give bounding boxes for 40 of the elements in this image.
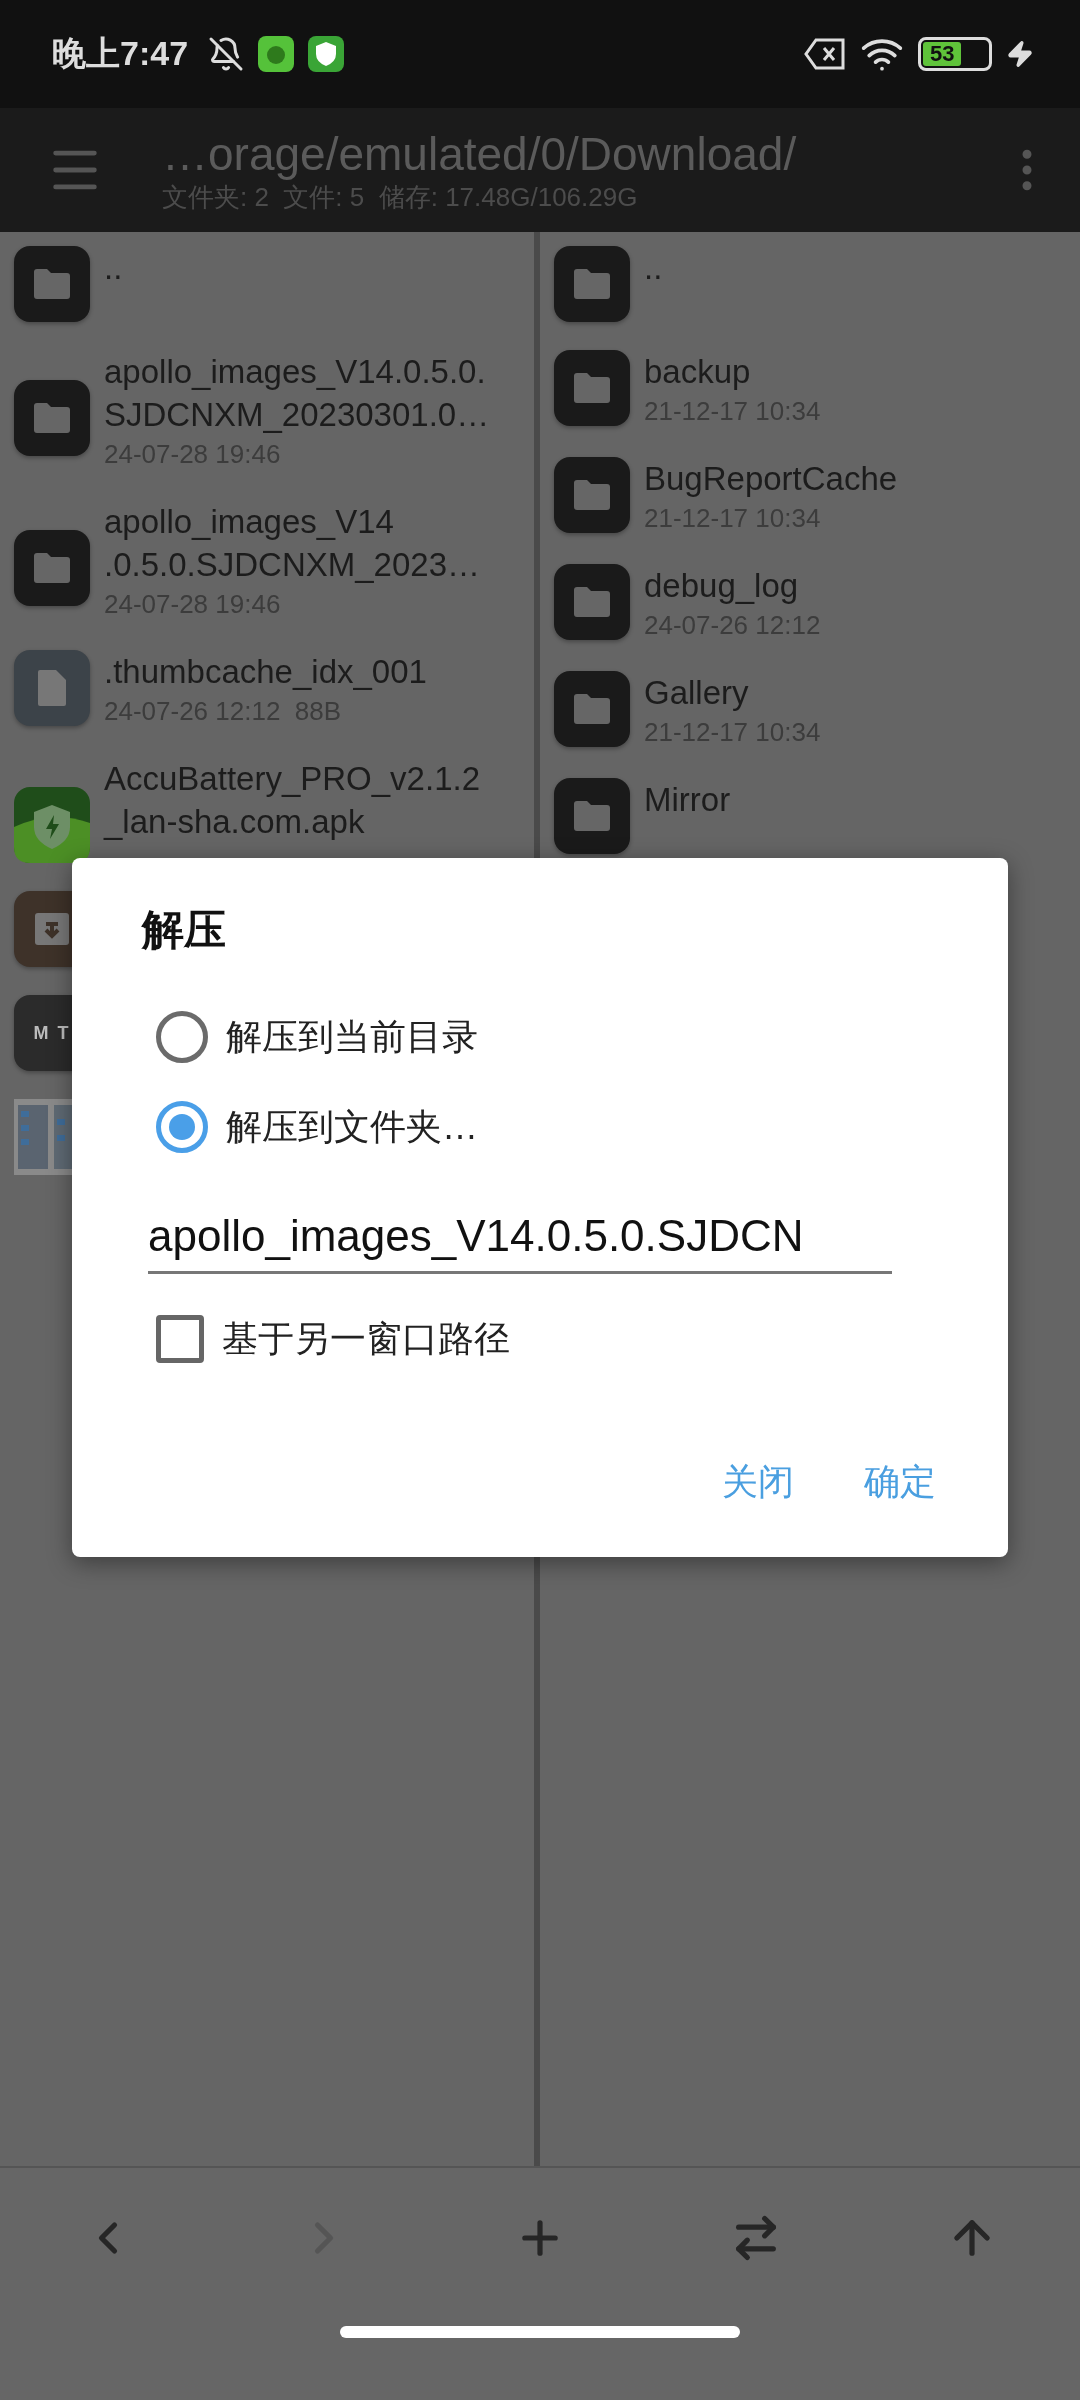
folder-icon [32,402,72,434]
file-name: AccuBattery_PRO_v2.1.2 _lan-sha.com.apk [104,759,481,842]
radio-button[interactable] [156,1101,208,1153]
file-name: backup [644,352,752,392]
folder-icon [572,586,612,618]
folder-icon [572,372,612,404]
file-name: BugReportCache [644,459,898,499]
muted-bell-icon [208,36,245,72]
file-name: apollo_images_V14 .0.5.0.SJDCNXM_2023… [104,502,480,585]
radio-button[interactable] [156,1011,208,1063]
folder-icon [572,800,612,832]
folder-name-field[interactable]: apollo_images_V14.0.5.0.SJDCN [148,1190,892,1274]
charging-icon [1006,40,1034,68]
battery-percent: 53 [923,42,962,66]
file-name: .. [104,248,123,288]
folder-icon [572,479,612,511]
path-title: …orage/emulated/0/Download/ [162,127,798,181]
checkbox[interactable] [156,1315,204,1363]
status-time: 晚上7:47 [52,33,189,74]
folder-icon [32,268,72,300]
dialog-button[interactable]: 确定 [844,1444,956,1521]
folder-icon [572,693,612,725]
folder-icon [572,268,612,300]
option-label: 解压到当前目录 [226,1014,478,1059]
file-name: debug_log [644,566,800,606]
document-icon [37,669,67,707]
file-name: .. [644,248,663,288]
folder-icon [32,552,72,584]
dialog-title: 解压 [142,905,227,955]
dialog-button[interactable]: 关闭 [702,1444,814,1521]
file-name: Mirror [644,780,731,820]
shield-app-icon [308,36,345,72]
file-name: Gallery [644,673,750,713]
option-label: 解压到文件夹… [226,1104,478,1149]
file-name: apollo_images_V14.0.5.0. SJDCNXM_20230301.0… [104,352,490,435]
shield-app-icon [14,787,90,863]
sim-x-icon [804,38,846,70]
checkbox-label: 基于另一窗口路径 [222,1316,510,1361]
file-name: .thumbcache_idx_001 [104,652,427,692]
archive-icon [34,912,70,946]
